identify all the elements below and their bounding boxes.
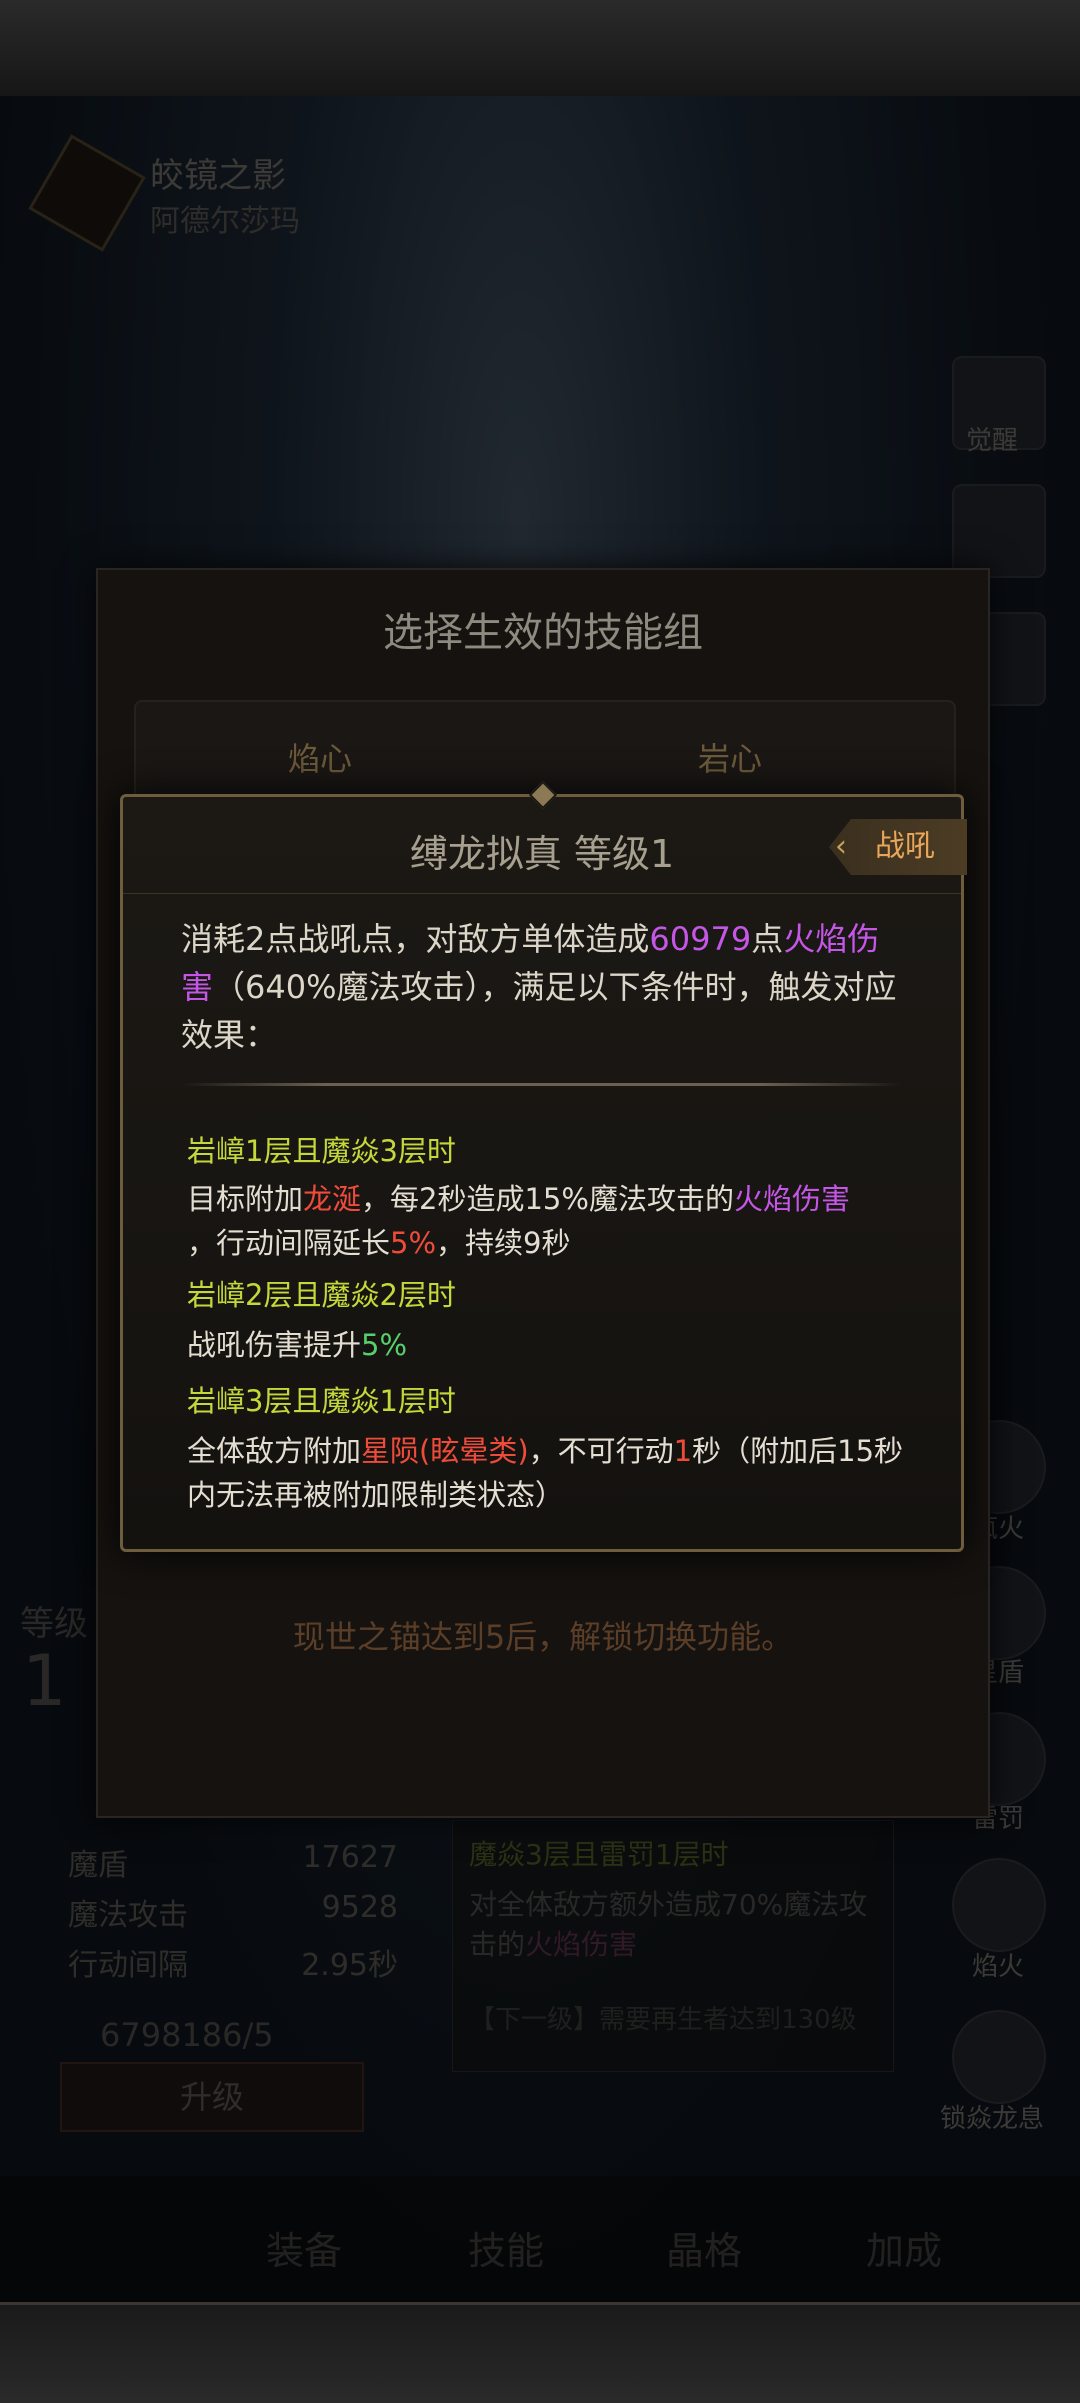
effect-text-3: 全体敌方附加星陨(眩晕类)，不可行动1秒（附加后15秒内无法再被附加限制类状态） [187, 1434, 904, 1512]
warcry-tag-label: 战吼 [875, 829, 935, 864]
top-frame [0, 0, 1080, 99]
debuff-name: 星陨(眩晕类) [361, 1434, 529, 1468]
dialog-title: 选择生效的技能组 [383, 610, 703, 656]
effect-condition-1: 岩嶂1层且魔焱3层时 [187, 1134, 456, 1168]
bonus-value: 5% [361, 1328, 408, 1362]
skill-description: 消耗2点战吼点，对敌方单体造成60979点火焰伤害（640%魔法攻击），满足以下… [181, 920, 897, 1054]
divider [181, 1083, 903, 1086]
group-flame-heart[interactable]: 焰心 [288, 734, 352, 780]
damage-value: 60979 [649, 920, 752, 958]
popup-title-bar: 缚龙拟真 等级1 战吼 ‹ [123, 797, 967, 894]
bottom-frame [0, 2302, 1080, 2403]
skill-detail-popup: 缚龙拟真 等级1 战吼 ‹ 消耗2点战吼点，对敌方单体造成60979点火焰伤害（… [120, 780, 967, 1552]
effect-condition-2: 岩嶂2层且魔焱2层时 [187, 1278, 456, 1312]
unlock-hint: 现世之锚达到5后，解锁切换功能。 [292, 1618, 794, 1656]
debuff-name: 龙涎 [303, 1182, 362, 1216]
effect-condition-3: 岩嶂3层且魔焱1层时 [187, 1384, 456, 1418]
effect-text-1: 目标附加龙涎，每2秒造成15%魔法攻击的火焰伤害 ，行动间隔延长5%，持续9秒 [187, 1182, 850, 1260]
group-rock-heart[interactable]: 岩心 [698, 734, 762, 780]
fire-damage-label: 火焰伤害 [733, 1182, 850, 1216]
effect-text-2: 战吼伤害提升5% [187, 1328, 408, 1362]
chevron-left-icon: ‹ [835, 829, 847, 864]
